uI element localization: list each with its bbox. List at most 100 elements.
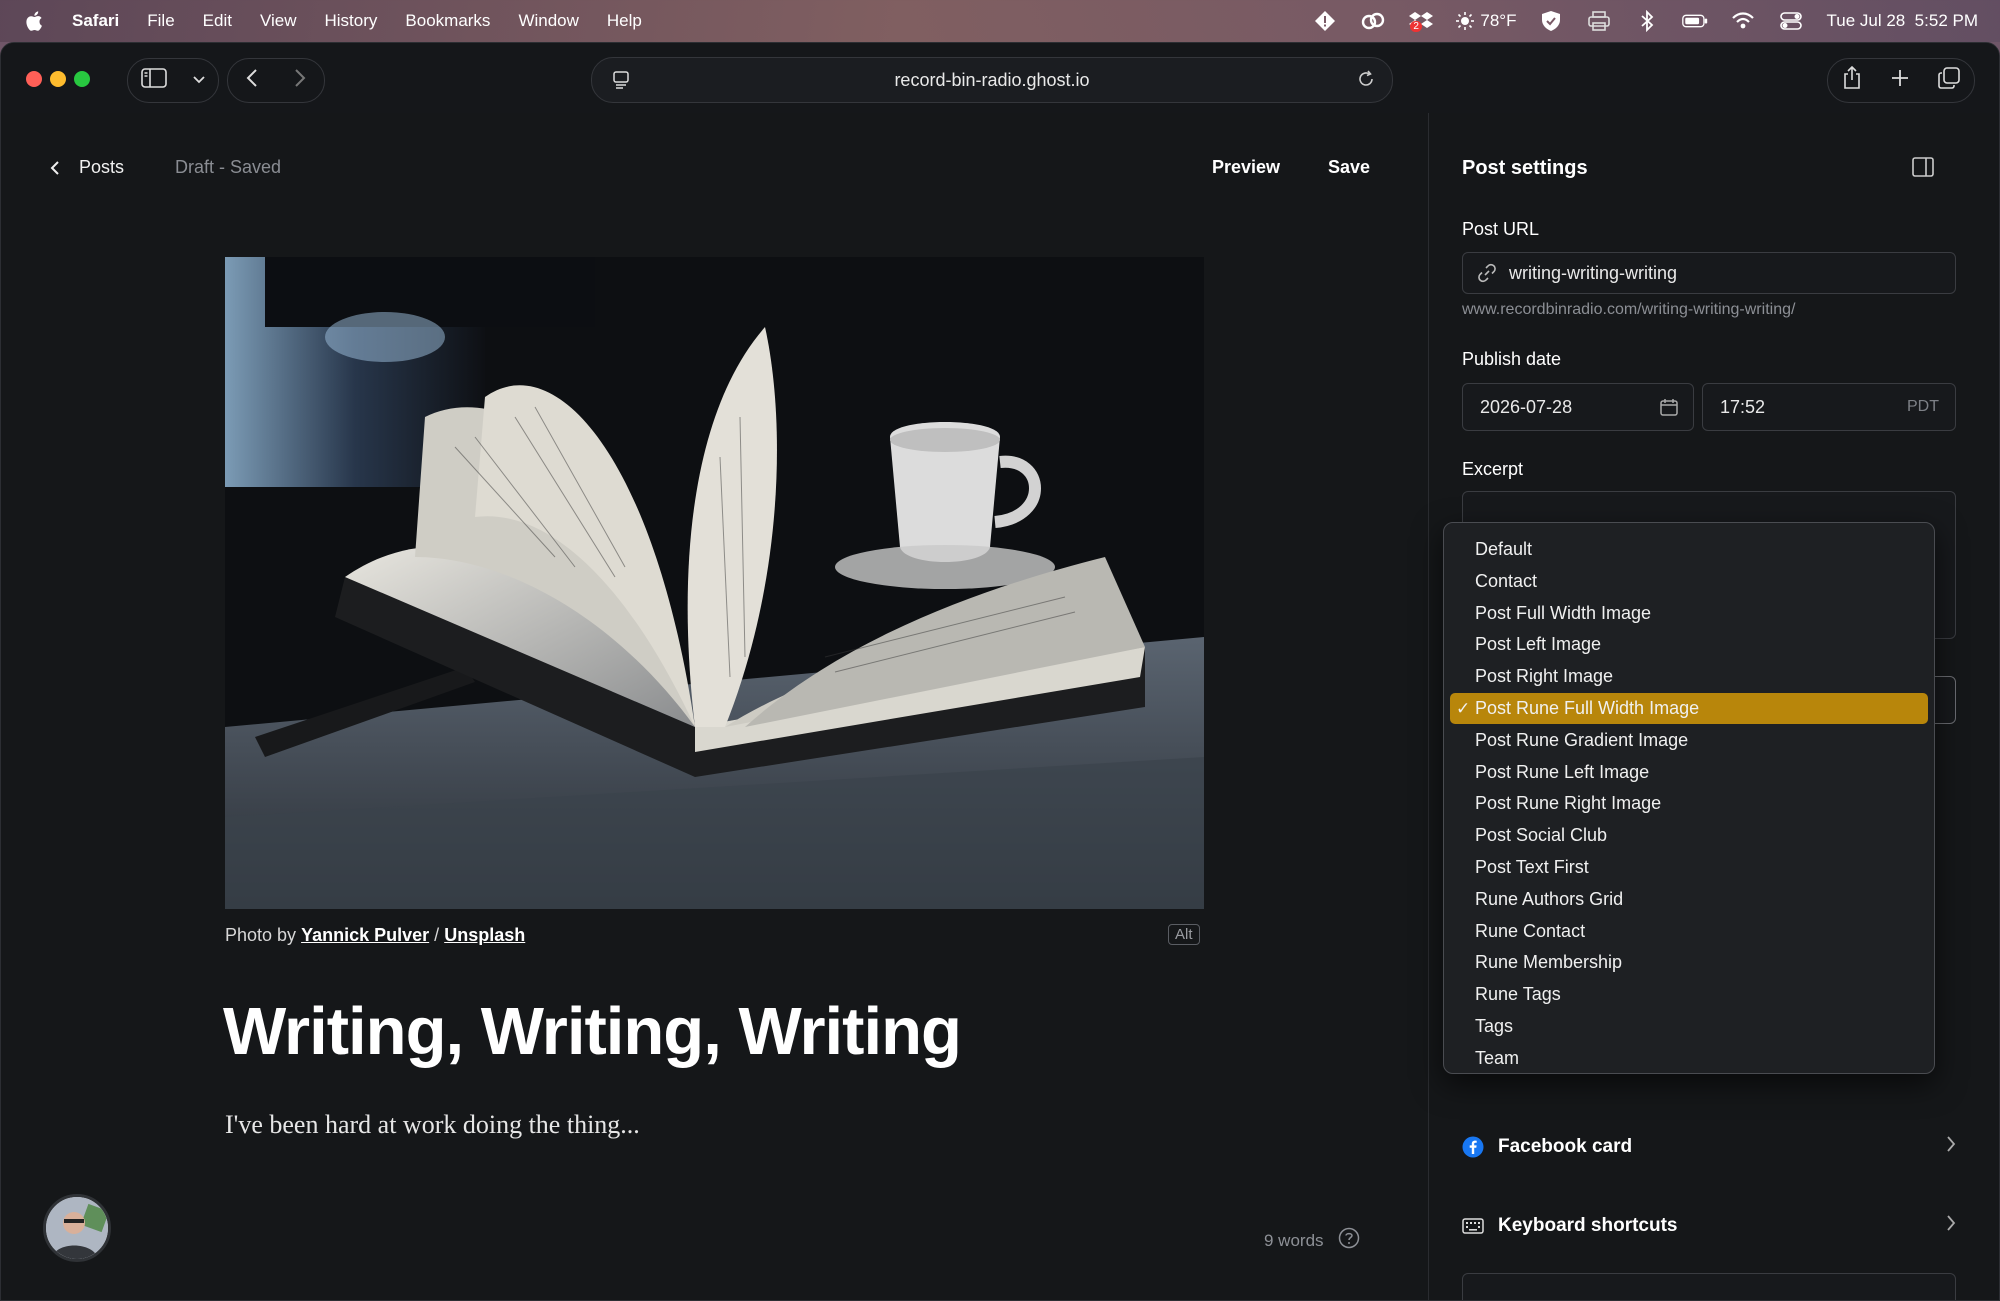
chevron-right-icon [1946,1135,1956,1159]
caption-source-link[interactable]: Unsplash [444,925,525,945]
control-center-icon[interactable] [1778,10,1804,32]
calendar-icon[interactable] [1659,397,1679,422]
settings-bottom-field[interactable] [1462,1273,1956,1300]
template-option[interactable]: Post Social Club [1450,820,1928,851]
user-avatar[interactable] [43,1194,111,1262]
tab-overview-icon[interactable] [1938,67,1960,94]
template-option[interactable]: Post Rune Left Image [1450,757,1928,788]
battery-icon[interactable] [1682,10,1708,32]
menu-help[interactable]: Help [607,11,642,31]
template-option[interactable]: Rune Membership [1450,947,1928,978]
address-url: record-bin-radio.ghost.io [894,69,1090,90]
keyboard-shortcuts-row[interactable]: Keyboard shortcuts [1462,1206,1956,1246]
template-option-label: Default [1475,539,1533,559]
template-option-label: Team [1475,1047,1520,1068]
weather-sun-icon[interactable]: 78°F [1456,10,1516,32]
template-option[interactable]: Contact [1450,566,1928,597]
template-option-label: Post Text First [1475,857,1589,877]
address-bar[interactable]: record-bin-radio.ghost.io [591,57,1393,103]
printer-icon[interactable] [1586,10,1612,32]
menu-window[interactable]: Window [518,11,578,31]
help-icon[interactable] [1338,1227,1360,1254]
publish-date-input[interactable]: 2026-07-28 [1462,383,1694,431]
post-title[interactable]: Writing, Writing, Writing [223,993,962,1070]
save-button[interactable]: Save [1328,157,1370,178]
template-option[interactable]: Team [1450,1043,1928,1074]
post-url-input[interactable]: writing-writing-writing [1462,252,1956,294]
template-option[interactable]: Post Rune Right Image [1450,788,1928,819]
template-option[interactable]: Post Right Image [1450,661,1928,692]
menu-view[interactable]: View [260,11,297,31]
menu-bookmarks[interactable]: Bookmarks [405,11,490,31]
menu-history[interactable]: History [325,11,378,31]
template-option-label: Rune Tags [1475,984,1561,1005]
template-option-label: Post Full Width Image [1475,602,1652,623]
post-settings-title: Post settings [1462,157,1588,179]
preview-button[interactable]: Preview [1212,157,1280,178]
wifi-icon[interactable] [1730,10,1756,32]
template-option[interactable]: Rune Contact [1450,916,1928,947]
template-option[interactable]: Post Full Width Image [1450,598,1928,629]
template-option-label: Post Rune Left Image [1475,761,1650,782]
menubar-clock[interactable]: Tue Jul 28 5:52 PM [1826,11,1978,31]
dropbox-badge: 2 [1410,21,1422,32]
facebook-card-row[interactable]: Facebook card [1462,1127,1956,1167]
post-editor: Posts Draft - Saved Preview Save Photo b… [1,113,1428,1300]
template-option[interactable]: Post Text First [1450,852,1928,883]
close-settings-panel-icon[interactable] [1912,157,1934,182]
back-label: Posts [79,157,125,177]
post-url-hint: www.recordbinradio.com/writing-writing-w… [1462,301,1796,318]
template-option[interactable]: ✓ Post Rune Full Width Image [1450,693,1928,724]
menu-bar: Safari File Edit View History Bookmarks … [0,0,2000,42]
chevron-down-icon[interactable] [192,72,206,90]
keyboard-icon [1462,1217,1484,1235]
new-tab-icon[interactable] [1890,68,1910,93]
window-minimize-button[interactable] [50,71,66,87]
creative-cloud-icon[interactable] [1360,10,1386,32]
excerpt-label: Excerpt [1462,459,1524,479]
template-option-label: Post Rune Gradient Image [1475,729,1689,750]
menu-file[interactable]: File [147,11,174,31]
menu-edit[interactable]: Edit [203,11,232,31]
back-to-posts-link[interactable]: Posts [49,157,124,178]
menu-app-safari[interactable]: Safari [72,11,119,31]
window-close-button[interactable] [26,71,42,87]
template-option-label: Post Right Image [1475,666,1614,687]
page-menu-icon[interactable] [612,70,632,95]
caption-author-link[interactable]: Yannick Pulver [301,925,429,945]
back-arrow-icon[interactable] [245,68,259,93]
post-url-value: writing-writing-writing [1509,262,1678,283]
keyboard-shortcuts-label: Keyboard shortcuts [1498,1215,1678,1236]
sidebar-icon[interactable] [140,68,167,93]
alert-icon[interactable] [1312,10,1338,32]
feature-image[interactable] [225,257,1204,909]
template-option-label: Rune Membership [1475,952,1623,973]
template-option[interactable]: Rune Tags [1450,979,1928,1010]
post-body[interactable]: I've been hard at work doing the thing..… [225,1110,640,1140]
publish-date-label: Publish date [1462,349,1562,369]
vpn-shield-icon[interactable] [1538,10,1564,32]
template-option-label: Post Left Image [1475,634,1602,655]
link-icon [1477,263,1497,283]
template-option[interactable]: Post Left Image [1450,629,1928,660]
forward-arrow-icon[interactable] [293,68,307,93]
template-option[interactable]: Tags [1450,1011,1928,1042]
share-icon[interactable] [1842,65,1862,95]
word-count: 9 words [1264,1227,1360,1254]
apple-menu-icon[interactable] [24,9,46,33]
template-dropdown: Default Contact Post Full Width Image Post … [1443,522,1935,1074]
template-option-label: Tags [1475,1016,1514,1036]
caption-separator: / [434,925,440,945]
publish-time-input[interactable]: 17:52 PDT [1702,383,1956,431]
toolbar-actions-group [1827,58,1975,103]
template-option[interactable]: Rune Authors Grid [1450,884,1928,915]
template-option[interactable]: Post Rune Gradient Image [1450,725,1928,756]
alt-text-button[interactable]: Alt [1168,924,1200,945]
image-caption[interactable]: Photo by Yannick Pulver / Unsplash [225,925,525,946]
template-option[interactable]: Default [1450,534,1928,565]
chevron-left-icon [50,160,59,175]
reload-icon[interactable] [1356,69,1376,94]
bluetooth-icon[interactable] [1634,10,1660,32]
window-zoom-button[interactable] [74,71,90,87]
dropbox-icon[interactable]: 2 [1408,10,1434,32]
